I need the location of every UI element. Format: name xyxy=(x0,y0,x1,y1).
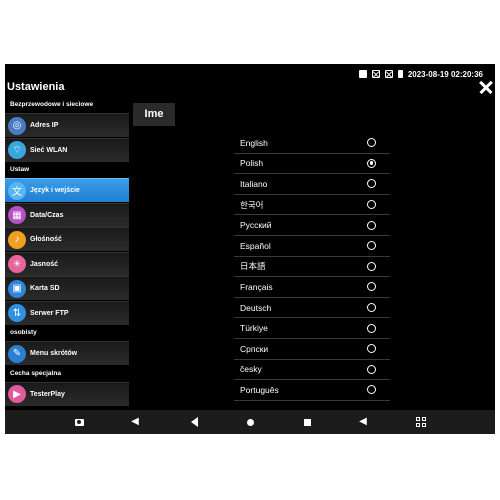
language-option[interactable]: Polish xyxy=(234,154,390,175)
language-radio[interactable] xyxy=(367,344,376,354)
language-radio[interactable] xyxy=(367,282,376,292)
sidebar-item[interactable]: 文 Język i wejście xyxy=(5,178,129,202)
volume-up-icon[interactable]: ◀︎ xyxy=(357,416,369,428)
recents-icon[interactable] xyxy=(301,416,313,428)
language-label: Português xyxy=(240,384,279,395)
language-radio[interactable] xyxy=(367,261,376,271)
language-list: English Polish Italiano 한국어 Русский Español 日本… xyxy=(234,133,390,408)
camera-icon[interactable] xyxy=(73,416,85,428)
globe-icon: ◎ xyxy=(8,116,26,135)
language-radio[interactable] xyxy=(367,303,376,313)
back-icon[interactable] xyxy=(188,416,200,428)
sidebar-item-label: Sieć WLAN xyxy=(30,146,68,154)
language-label: Српски xyxy=(240,343,269,354)
language-icon: 文 xyxy=(8,181,26,200)
sidebar-item[interactable]: ♪ Głośność xyxy=(5,227,129,251)
language-option[interactable]: Português xyxy=(234,380,390,401)
language-radio[interactable] xyxy=(367,385,376,395)
volume-down-icon[interactable]: ◀︎ xyxy=(129,416,141,428)
app-title: Ustawienia xyxy=(7,81,65,93)
wifi-icon: ⌔ xyxy=(8,141,26,159)
sidebar-item-label: Data/Czas xyxy=(30,211,64,219)
apps-grid-icon[interactable] xyxy=(415,416,427,428)
language-radio[interactable] xyxy=(367,200,376,210)
language-label: Deutsch xyxy=(240,302,272,313)
sidebar-item-label: Serwer FTP xyxy=(30,309,69,317)
language-radio[interactable] xyxy=(367,364,376,374)
sidebar-section-header: Cecha specjalna xyxy=(10,369,61,377)
volume-icon: ♪ xyxy=(8,230,26,249)
language-option[interactable]: Русский xyxy=(234,215,390,236)
language-label: Türkiye xyxy=(240,323,268,334)
sidebar-item[interactable]: ▣ Karta SD xyxy=(5,276,129,300)
no-sim-icon xyxy=(371,70,380,78)
language-option[interactable]: English xyxy=(234,133,390,154)
settings-sidebar: Bezprzewodowe i sieciowe ◎ Adres IP ⌔ Sieć W… xyxy=(5,97,129,409)
language-option[interactable]: Español xyxy=(234,236,390,257)
language-option[interactable]: Türkiye xyxy=(234,318,390,339)
sidebar-item-label: TesterPlay xyxy=(30,390,65,398)
navigation-bar: ◀︎ ◀︎ xyxy=(5,410,495,434)
device-screen: 2023-08-19 02:20:36 Ustawienia Bezprzewo… xyxy=(5,64,495,434)
sidebar-section-header: Bezprzewodowe i sieciowe xyxy=(10,101,94,108)
language-label: English xyxy=(240,137,268,148)
language-option[interactable]: Deutsch xyxy=(234,298,390,319)
language-option[interactable]: 한국어 xyxy=(234,195,390,216)
ftp-icon: ⇅ xyxy=(8,304,26,322)
sidebar-item[interactable]: ▦ Data/Czas xyxy=(5,202,129,227)
language-radio[interactable] xyxy=(367,138,376,148)
testerplay-icon: ▶ xyxy=(8,385,26,403)
no-signal-icon xyxy=(384,70,393,78)
sidebar-item-label: Adres IP xyxy=(30,122,59,129)
page-title: Ime xyxy=(133,103,175,126)
language-label: Français xyxy=(240,281,273,292)
language-label: česky xyxy=(240,364,262,375)
sidebar-item[interactable]: ◎ Adres IP xyxy=(5,113,129,137)
sidebar-section-header: Ustaw xyxy=(10,166,30,173)
sidebar-item-label: Język i wejście xyxy=(30,187,80,194)
sidebar-item-label: Głośność xyxy=(30,236,62,243)
status-bar: 2023-08-19 02:20:36 xyxy=(358,68,483,80)
sidebar-item-label: Menu skrótów xyxy=(30,350,78,357)
language-option[interactable]: Italiano xyxy=(234,174,390,195)
sidebar-item[interactable]: ▶ TesterPlay xyxy=(5,381,129,406)
language-radio[interactable] xyxy=(367,179,376,189)
sidebar-item[interactable]: ⌔ Sieć WLAN xyxy=(5,137,129,162)
language-label: Español xyxy=(240,240,271,251)
sidebar-item[interactable]: ☀ Jasność xyxy=(5,251,129,276)
language-label: 日本語 xyxy=(240,261,266,272)
status-datetime: 2023-08-19 02:20:36 xyxy=(407,69,483,79)
language-radio[interactable] xyxy=(367,220,376,230)
language-label: Русский xyxy=(240,220,272,231)
language-label: Polish xyxy=(240,158,264,169)
language-label: Italiano xyxy=(240,178,268,189)
language-radio[interactable] xyxy=(367,241,376,251)
battery-icon xyxy=(397,70,403,78)
home-icon[interactable] xyxy=(244,416,256,428)
sd-status-icon xyxy=(358,70,367,78)
language-radio[interactable] xyxy=(367,323,376,333)
brightness-icon: ☀ xyxy=(8,255,26,273)
language-option[interactable]: česky xyxy=(234,360,390,381)
sd-card-icon: ▣ xyxy=(8,279,26,298)
language-label: 한국어 xyxy=(240,199,264,210)
shortcut-menu-icon: ✎ xyxy=(8,344,26,363)
language-option[interactable]: Français xyxy=(234,277,390,298)
sidebar-item-label: Jasność xyxy=(30,260,59,268)
language-option[interactable]: Српски xyxy=(234,339,390,360)
sidebar-item[interactable]: ✎ Menu skrótów xyxy=(5,341,129,365)
sidebar-item-label: Karta SD xyxy=(30,285,60,292)
language-option[interactable]: 日本語 xyxy=(234,257,390,278)
sidebar-item[interactable]: ⇅ Serwer FTP xyxy=(5,300,129,325)
sidebar-section-header: osobisty xyxy=(10,329,37,336)
language-radio[interactable] xyxy=(367,158,376,168)
close-icon[interactable] xyxy=(479,80,493,94)
calendar-icon: ▦ xyxy=(8,206,26,224)
